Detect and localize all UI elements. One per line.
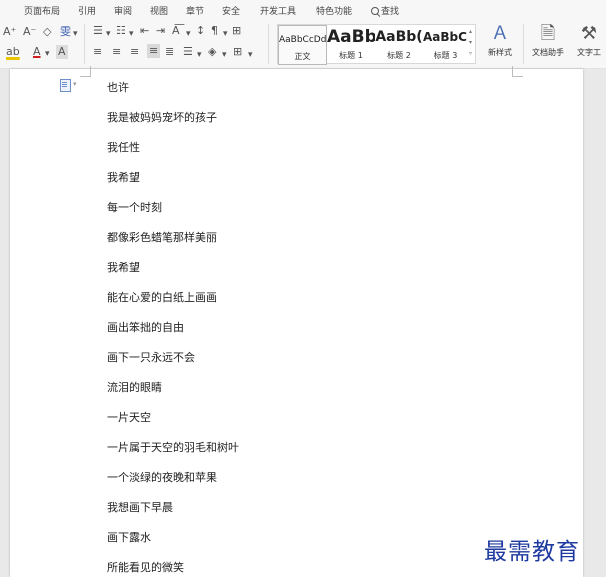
chevron-down-icon[interactable]: ▾ (222, 48, 227, 62)
shrink-font-button[interactable]: A⁻ (23, 25, 36, 39)
document-helper-button[interactable]: 🗎 文档助手 (529, 24, 567, 58)
chevron-up-icon[interactable]: ▴ (469, 28, 472, 35)
text-line[interactable]: 我希望 (107, 169, 140, 185)
chevron-down-icon[interactable]: ▾ (223, 27, 228, 41)
style-name: 标题 2 (387, 51, 411, 60)
chevron-down-icon[interactable]: ▾ (106, 27, 111, 41)
text-line[interactable]: 流泪的眼睛 (107, 379, 162, 395)
watermark-logo: 最需教育 (484, 539, 580, 565)
text-line[interactable]: 一片天空 (107, 409, 151, 425)
clear-format-icon[interactable]: ◇ (43, 25, 51, 39)
style-heading-2[interactable]: AaBb( 标题 2 (375, 25, 423, 63)
chevron-down-icon[interactable]: ▾ (248, 48, 253, 62)
menu-references[interactable]: 引用 (78, 4, 96, 17)
new-style-label: 新样式 (488, 48, 512, 57)
styles-scroll[interactable]: ▴ ▾ ▿ (467, 26, 474, 60)
style-name: 标题 1 (339, 51, 363, 60)
expand-icon[interactable]: ▿ (469, 50, 472, 57)
text-line[interactable]: 画下一只永远不会 (107, 349, 195, 365)
chevron-down-icon[interactable]: ▾ (73, 27, 78, 41)
text-line[interactable]: 我是被妈妈宠坏的孩子 (107, 109, 217, 125)
separator (523, 24, 524, 64)
separator (268, 24, 269, 64)
align-right-icon[interactable]: ≡ (130, 45, 139, 59)
chevron-down-icon[interactable]: ▾ (45, 47, 50, 61)
menu-search[interactable]: 查找 (371, 4, 399, 17)
separator (84, 24, 85, 64)
text-line[interactable]: 画下露水 (107, 529, 151, 545)
align-left-icon[interactable]: ≡ (93, 45, 102, 59)
document-canvas: ▾ 也许 我是被妈妈宠坏的孩子 我任性 我希望 每一个时刻 都像彩色蜡笔那样美丽… (0, 66, 606, 577)
style-sample: AaBb (327, 27, 375, 47)
sort-icon[interactable]: ↕ (196, 24, 205, 38)
shading-fill-icon[interactable]: ◈ (208, 45, 216, 59)
styles-gallery: AaBbCcDd 正文 AaBb 标题 1 AaBb( 标题 2 AaBbC( … (277, 24, 476, 65)
justify-icon[interactable]: ≡ (147, 44, 161, 58)
line-spacing-icon[interactable]: ☰ (183, 45, 193, 59)
menu-bar: 页面布局 引用 审阅 视图 章节 安全 开发工具 特色功能 查找 (0, 0, 606, 20)
text-line[interactable]: 每一个时刻 (107, 199, 162, 215)
highlight-button[interactable]: ab (6, 45, 20, 59)
menu-search-label: 查找 (381, 7, 400, 17)
text-line[interactable]: 我想画下早晨 (107, 499, 173, 515)
new-style-button[interactable]: Ａ 新样式 (482, 24, 518, 58)
new-style-icon: Ａ (491, 23, 509, 44)
document-page[interactable]: ▾ 也许 我是被妈妈宠坏的孩子 我任性 我希望 每一个时刻 都像彩色蜡笔那样美丽… (10, 66, 583, 577)
show-marks-icon[interactable]: ¶ (211, 24, 218, 38)
text-line[interactable]: 我任性 (107, 139, 140, 155)
text-line[interactable]: 都像彩色蜡笔那样美丽 (107, 229, 217, 245)
text-tools-button[interactable]: ⚒ 文字工 (572, 24, 606, 58)
document-helper-label: 文档助手 (532, 48, 564, 57)
chevron-down-icon[interactable]: ▾ (197, 48, 202, 62)
style-sample: AaBb( (375, 29, 423, 45)
style-name: 正文 (294, 52, 311, 61)
align-center-icon[interactable]: ≡ (112, 45, 121, 59)
text-line[interactable]: 也许 (107, 79, 129, 95)
document-helper-icon: 🗎 (540, 23, 556, 44)
text-line[interactable]: 一片属于天空的羽毛和树叶 (107, 439, 239, 455)
char-shading-button[interactable]: A (56, 45, 68, 59)
bullet-list-icon[interactable]: ☰ (93, 24, 103, 38)
style-sample: AaBbC( (423, 30, 468, 44)
margin-corner-mark (512, 66, 523, 77)
menu-review[interactable]: 审阅 (114, 4, 132, 17)
text-line[interactable]: 能在心爱的白纸上画画 (107, 289, 217, 305)
menu-developer-tools[interactable]: 开发工具 (260, 4, 296, 17)
style-sample: AaBbCcDd (279, 35, 326, 45)
numbered-list-icon[interactable]: ☷ (116, 24, 126, 38)
table-grid-icon[interactable]: ⊞ (232, 24, 241, 38)
style-normal[interactable]: AaBbCcDd 正文 (278, 25, 327, 65)
text-tools-label: 文字工 (577, 48, 601, 57)
chevron-down-icon[interactable]: ▾ (186, 27, 191, 41)
ribbon-toolbar: A⁺ A⁻ ◇ 雯 ▾ ab A ▾ A ☰ ▾ ☷ ▾ ⇤ ⇥ A͞ ▾ ↕ … (0, 20, 606, 69)
paragraph-nav-icon[interactable] (60, 79, 71, 92)
font-color-button[interactable]: A (33, 45, 41, 59)
menu-page-layout[interactable]: 页面布局 (24, 4, 60, 17)
chevron-down-icon[interactable]: ▾ (73, 80, 77, 88)
phonetic-guide-button[interactable]: 雯 (60, 25, 71, 39)
margin-corner-mark (80, 66, 91, 77)
chevron-down-icon[interactable]: ▾ (129, 27, 134, 41)
style-heading-1[interactable]: AaBb 标题 1 (327, 25, 375, 63)
menu-special-features[interactable]: 特色功能 (316, 4, 352, 17)
text-line[interactable]: 画出笨拙的自由 (107, 319, 184, 335)
chevron-down-icon[interactable]: ▾ (469, 39, 472, 46)
decrease-indent-icon[interactable]: ⇤ (140, 24, 149, 38)
text-line[interactable]: 一个淡绿的夜晚和苹果 (107, 469, 217, 485)
menu-security[interactable]: 安全 (222, 4, 240, 17)
borders-icon[interactable]: ⊞ (233, 45, 242, 59)
search-icon (371, 7, 379, 15)
increase-indent-icon[interactable]: ⇥ (156, 24, 165, 38)
text-line[interactable]: 我希望 (107, 259, 140, 275)
grow-font-button[interactable]: A⁺ (3, 25, 16, 39)
text-direction-icon[interactable]: A͞ (172, 24, 180, 38)
menu-chapter[interactable]: 章节 (186, 4, 204, 17)
wrench-icon: ⚒ (580, 24, 598, 44)
distributed-align-icon[interactable]: ≣ (165, 45, 174, 59)
style-name: 标题 3 (433, 51, 458, 60)
menu-view[interactable]: 视图 (150, 4, 168, 17)
style-heading-3[interactable]: AaBbC( 标题 3 (423, 25, 468, 63)
text-line[interactable]: 所能看见的微笑 (107, 559, 184, 575)
